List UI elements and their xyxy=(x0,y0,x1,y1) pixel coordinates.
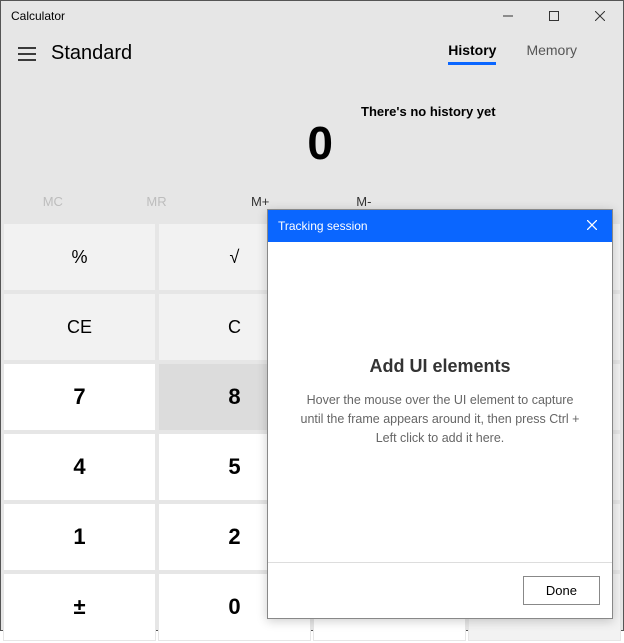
titlebar: Calculator xyxy=(1,1,623,31)
tab-history[interactable]: History xyxy=(448,42,496,65)
minimize-button[interactable] xyxy=(485,1,531,31)
dialog-title: Tracking session xyxy=(278,219,368,233)
dialog-body: Add UI elements Hover the mouse over the… xyxy=(268,242,612,562)
history-empty-text: There's no history yet xyxy=(361,104,496,119)
tracking-session-dialog: Tracking session Add UI elements Hover t… xyxy=(267,209,613,619)
dialog-close-icon[interactable] xyxy=(582,219,602,233)
dialog-heading: Add UI elements xyxy=(369,356,510,377)
tab-memory[interactable]: Memory xyxy=(526,42,577,65)
hamburger-icon[interactable] xyxy=(7,34,47,74)
key-4[interactable]: 4 xyxy=(3,433,156,501)
memory-plus[interactable]: M+ xyxy=(208,194,312,209)
key-ce[interactable]: CE xyxy=(3,293,156,361)
calculator-window: Calculator Standard History Memory 0 The… xyxy=(0,0,624,631)
window-title: Calculator xyxy=(1,9,485,23)
memory-minus[interactable]: M- xyxy=(312,194,416,209)
result-display: 0 xyxy=(307,116,333,170)
panel-tabs: History Memory xyxy=(448,42,617,65)
key-7[interactable]: 7 xyxy=(3,363,156,431)
memory-clear: MC xyxy=(1,194,105,209)
dialog-titlebar: Tracking session xyxy=(268,210,612,242)
display-area: 0 There's no history yet xyxy=(1,76,623,181)
dialog-footer: Done xyxy=(268,562,612,618)
maximize-button[interactable] xyxy=(531,1,577,31)
header: Standard History Memory xyxy=(1,31,623,76)
window-buttons xyxy=(485,1,623,31)
dialog-text: Hover the mouse over the UI element to c… xyxy=(298,391,582,447)
mode-label: Standard xyxy=(51,42,132,65)
key-percent[interactable]: % xyxy=(3,223,156,291)
key-1[interactable]: 1 xyxy=(3,503,156,571)
memory-recall: MR xyxy=(105,194,209,209)
close-button[interactable] xyxy=(577,1,623,31)
done-button[interactable]: Done xyxy=(523,576,600,605)
